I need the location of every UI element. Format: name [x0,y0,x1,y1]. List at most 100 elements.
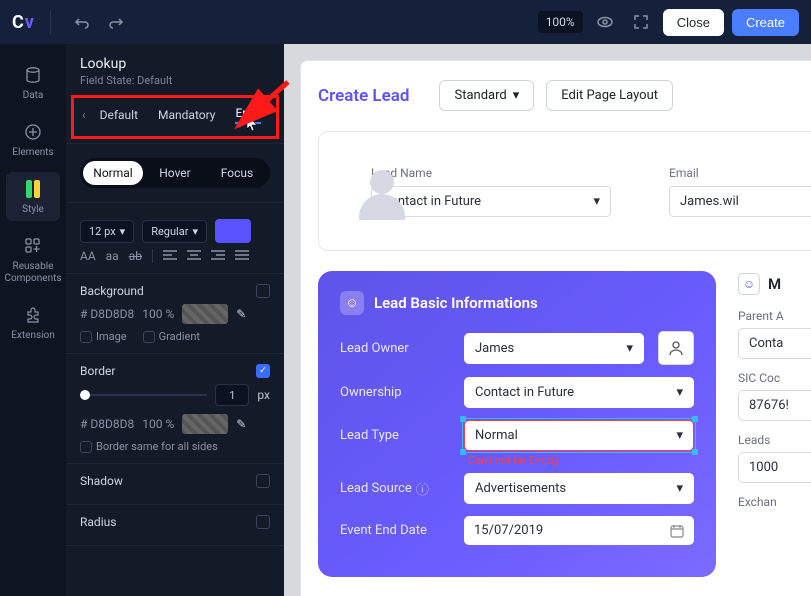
rail-components[interactable]: Reusable Components [6,229,60,290]
font-weight-dropdown[interactable]: Regular▾ [142,220,207,243]
shadow-toggle[interactable] [256,474,270,488]
eyedropper-icon[interactable]: ✎ [236,307,246,321]
rail-label: Reusable [13,261,54,272]
card-title: Lead Basic Informations [374,294,538,312]
tab-default[interactable]: Default [90,104,148,126]
chevron-down-icon: ▾ [676,428,683,443]
plus-circle-icon [22,121,44,143]
database-icon [22,64,44,86]
bg-toggle[interactable] [256,284,270,298]
event-end-label: Event End Date [340,523,450,538]
tab-error[interactable]: Error [225,102,271,128]
strikethrough-icon[interactable]: ab [129,249,142,263]
chevron-down-icon: ▾ [120,225,126,238]
bg-preview[interactable] [182,304,228,324]
align-right-icon[interactable] [211,250,225,262]
calendar-icon [670,524,684,538]
create-button[interactable]: Create [732,9,799,36]
email-label: Email [669,166,811,180]
event-end-date[interactable]: 15/07/2019 [464,516,694,545]
lead-summary: Lead Name Contact in Future▾ Email James… [318,131,811,251]
lead-type-label: Lead Type [340,428,450,443]
close-button[interactable]: Close [663,9,724,36]
color-swatch[interactable] [215,219,251,243]
align-left-icon[interactable] [163,250,177,262]
border-opacity[interactable]: 100 % [142,417,174,431]
rail-extension[interactable]: Extension [6,298,60,347]
undo-icon[interactable] [67,8,95,36]
lead-source-select[interactable]: Advertisements▾ [464,473,694,504]
app-root: Cv 100% Close Create Data [0,0,811,596]
preview-icon[interactable] [591,8,619,36]
pill-focus[interactable]: Focus [207,161,267,185]
font-size-dropdown[interactable]: 12 px▾ [80,220,134,243]
radius-toggle[interactable] [256,515,270,529]
inspector-panel: Lookup Field State: Default ‹ Default Ma… [66,44,284,596]
rail-label: Style [22,204,44,215]
rail-style[interactable]: Style [6,172,60,221]
chevron-down-icon: ▾ [513,88,520,103]
logo: Cv [12,12,34,33]
tab-mandatory[interactable]: Mandatory [148,104,225,126]
border-width-value[interactable]: 1 [215,384,249,406]
shadow-title: Shadow [80,474,123,488]
bg-hex[interactable]: # D8D8D8 [80,307,134,321]
edit-layout-button[interactable]: Edit Page Layout [546,80,673,111]
topbar: Cv 100% Close Create [0,0,811,44]
rail-label: Extension [11,330,55,341]
border-toggle[interactable]: ✓ [256,364,270,378]
rail-label: Elements [12,147,53,158]
bg-image-option[interactable]: Image [80,330,127,343]
border-hex[interactable]: # D8D8D8 [80,417,134,431]
leads-input[interactable]: 1000 [738,452,811,483]
parent-select[interactable]: Conta [738,328,811,359]
pill-normal[interactable]: Normal [83,161,143,185]
border-same-option[interactable]: Border same for all sides [80,440,218,453]
eyedropper-icon[interactable]: ✎ [236,417,246,431]
bg-opacity[interactable]: 100 % [142,307,174,321]
rail-elements[interactable]: Elements [6,115,60,164]
field-state-tabs: ‹ Default Mandatory Error [71,95,279,139]
person-icon: ☺ [340,291,364,315]
redo-icon[interactable] [103,8,131,36]
lead-type-select[interactable]: Normal▾ [464,420,694,451]
email-field[interactable]: James.wil [669,186,811,217]
align-justify-icon[interactable] [235,250,249,262]
side-title: M [768,275,781,293]
side-rail: Data Elements Style Reusable Components [0,44,66,596]
chevron-down-icon: ▾ [593,194,600,209]
border-width-slider[interactable] [80,394,207,396]
field-state-label: Field State: Default [80,74,270,87]
lead-name-label: Lead Name [371,166,611,180]
components-icon [22,235,44,257]
pill-hover[interactable]: Hover [145,161,205,185]
fullscreen-icon[interactable] [627,8,655,36]
border-preview[interactable] [182,414,228,434]
standard-dropdown[interactable]: Standard▾ [439,80,534,111]
info-icon[interactable]: ⓘ [416,479,429,498]
sic-input[interactable]: 87676! [738,390,811,421]
page-title: Create Lead [318,86,409,106]
ownership-label: Ownership [340,385,450,400]
chevron-left-icon[interactable]: ‹ [82,108,86,122]
lowercase-icon[interactable]: aa [106,249,119,263]
rail-label: Components [4,273,61,284]
rail-data[interactable]: Data [6,58,60,107]
person-icon: ☺ [738,273,760,295]
chevron-down-icon: ▾ [192,225,198,238]
radius-title: Radius [80,515,116,529]
chevron-down-icon: ▾ [676,481,683,496]
uppercase-icon[interactable]: AA [80,249,96,263]
rail-label: Data [23,90,44,101]
align-center-icon[interactable] [187,250,201,262]
user-lookup-button[interactable] [658,331,694,365]
bg-gradient-option[interactable]: Gradient [143,330,200,343]
zoom-level[interactable]: 100% [538,11,583,33]
ownership-select[interactable]: Contact in Future▾ [464,377,694,408]
lead-owner-select[interactable]: James▾ [464,333,644,364]
lead-basic-card: ☺ Lead Basic Informations Lead Owner Jam… [318,271,716,577]
style-icon [22,178,44,200]
bg-title: Background [80,284,144,298]
lead-name-select[interactable]: Contact in Future▾ [371,186,611,217]
side-column: ☺ M Parent A Conta SIC Coc 87676! Leads … [738,271,811,577]
